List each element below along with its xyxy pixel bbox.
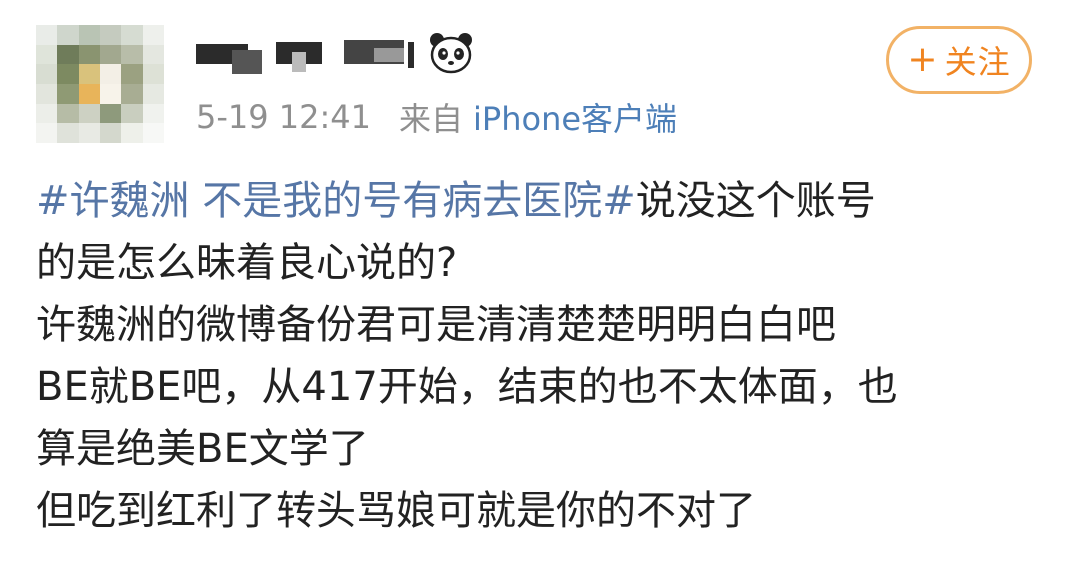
post-line: 但吃到红利了转头骂娘可就是你的不对了 bbox=[36, 488, 756, 534]
post-timestamp: 5-19 12:41 bbox=[196, 98, 372, 136]
post-line: 算是绝美BE文学了 bbox=[36, 426, 369, 472]
follow-button[interactable]: + 关注 bbox=[886, 26, 1032, 94]
post-line: 许魏洲的微博备份君可是清清楚楚明明白白吧 bbox=[36, 302, 836, 348]
follow-label: 关注 bbox=[944, 43, 1011, 81]
post-line: BE就BE吧，从417开始，结束的也不太体面，也 bbox=[36, 364, 898, 410]
post-line: 的是怎么昧着良心说的? bbox=[36, 240, 458, 286]
topic-link[interactable]: #许魏洲 不是我的号有病去医院# bbox=[36, 178, 636, 224]
username-redacted[interactable] bbox=[196, 38, 426, 74]
post-body: #许魏洲 不是我的号有病去医院#说没这个账号 的是怎么昧着良心说的? 许魏洲的微… bbox=[36, 170, 1056, 542]
avatar[interactable] bbox=[36, 25, 164, 143]
source-prefix: 来自 bbox=[399, 100, 464, 138]
post-line: #许魏洲 不是我的号有病去医院#说没这个账号 bbox=[36, 170, 1056, 232]
panda-icon bbox=[430, 33, 472, 74]
plus-icon: + bbox=[907, 39, 939, 80]
source-device-link[interactable]: iPhone客户端 bbox=[473, 94, 677, 140]
post-text: 说没这个账号 bbox=[635, 178, 876, 224]
post-meta: 5-19 12:41 来自 iPhone客户端 bbox=[196, 95, 677, 139]
